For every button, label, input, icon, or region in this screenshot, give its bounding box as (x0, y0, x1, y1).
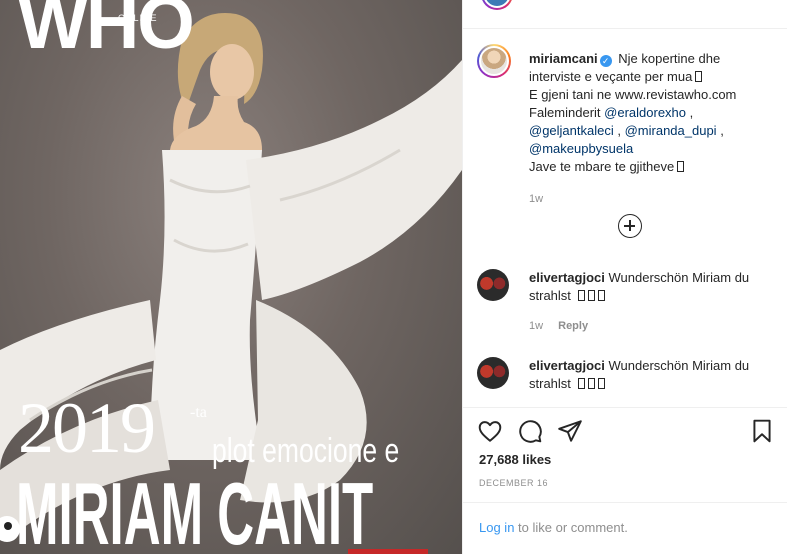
comment-text: elivertagjoci Wunderschön Miriam du stra… (529, 357, 777, 393)
emoji-glyph (597, 378, 605, 389)
caption-line-4: Faleminderit (529, 105, 601, 120)
author-username[interactable]: miriamcani (529, 51, 598, 66)
comment-timestamp[interactable]: 1w (529, 320, 543, 332)
commenter-username[interactable]: elivertagjoci (529, 270, 605, 285)
commenter-avatar[interactable] (477, 269, 509, 301)
login-prompt-text: to like or comment. (518, 520, 628, 535)
likes-count[interactable]: 27,688 likes (479, 452, 551, 467)
emoji-glyph (577, 290, 585, 301)
load-more-comments-button[interactable] (618, 214, 642, 238)
login-link[interactable]: Log in (479, 520, 514, 535)
emoji-glyph (677, 161, 685, 172)
actions-divider (463, 407, 787, 408)
heart-icon[interactable] (477, 418, 505, 446)
emoji-glyph (587, 378, 595, 389)
mention-link[interactable]: @eraldorexho (604, 105, 686, 120)
commenter-avatar[interactable] (477, 357, 509, 389)
caption-line-1: Nje kopertine dhe (618, 51, 721, 66)
post-side-panel: miriamcani ✓ Nje kopertine dhe interviste… (462, 0, 787, 554)
comment-line-2: strahlst (529, 288, 571, 303)
comment-line-2: strahlst (529, 376, 571, 391)
author-avatar[interactable] (477, 44, 511, 78)
post-image[interactable]: WHO ONLINE 2019 -ta plot emocione e MIRI… (0, 0, 462, 554)
cover-red-strip (348, 549, 428, 554)
comment-line-1: Wunderschön Miriam du (608, 358, 750, 373)
reply-button[interactable]: Reply (558, 320, 588, 332)
magazine-logo: WHO (18, 0, 195, 64)
caption-line-3: E gjeni tani ne www.revistawho.com (529, 87, 737, 102)
login-prompt: Log in to like or comment. (479, 520, 628, 535)
commenter-username[interactable]: elivertagjoci (529, 358, 605, 373)
comment-text: elivertagjoci Wunderschön Miriam du stra… (529, 269, 777, 305)
magazine-logo-sub: ONLINE (118, 13, 158, 23)
header-divider (463, 28, 787, 29)
cover-headline: MIRIAM CANIT (16, 464, 374, 554)
caption-text: miriamcani ✓ Nje kopertine dhe interviste… (529, 50, 777, 176)
verified-badge-icon: ✓ (599, 55, 612, 67)
cover-year: 2019 (18, 388, 156, 468)
footer-divider (463, 502, 787, 503)
comment-meta: 1w Reply (529, 320, 588, 332)
emoji-glyph (597, 290, 605, 301)
caption-closing: Jave te mbare te gjitheve (529, 159, 675, 174)
mention-link[interactable]: @miranda_dupi (625, 123, 717, 138)
cover-year-suffix: -ta (190, 404, 207, 421)
post-date[interactable]: DECEMBER 16 (479, 478, 548, 488)
emoji-glyph (577, 378, 585, 389)
mention-link[interactable]: @makeupbysuela (529, 141, 633, 156)
caption-timestamp[interactable]: 1w (529, 193, 543, 205)
comment-line-1: Wunderschön Miriam du (608, 270, 750, 285)
caption-line-2: interviste e veçante per mua (529, 69, 693, 84)
speech-bubble-icon[interactable] (517, 418, 545, 446)
mention-link[interactable]: @geljantkaleci (529, 123, 614, 138)
action-bar (477, 418, 777, 446)
bookmark-icon[interactable] (749, 418, 777, 446)
header-avatar[interactable] (481, 0, 513, 10)
emoji-glyph (695, 71, 703, 82)
emoji-glyph (587, 290, 595, 301)
paper-plane-icon[interactable] (557, 418, 585, 446)
